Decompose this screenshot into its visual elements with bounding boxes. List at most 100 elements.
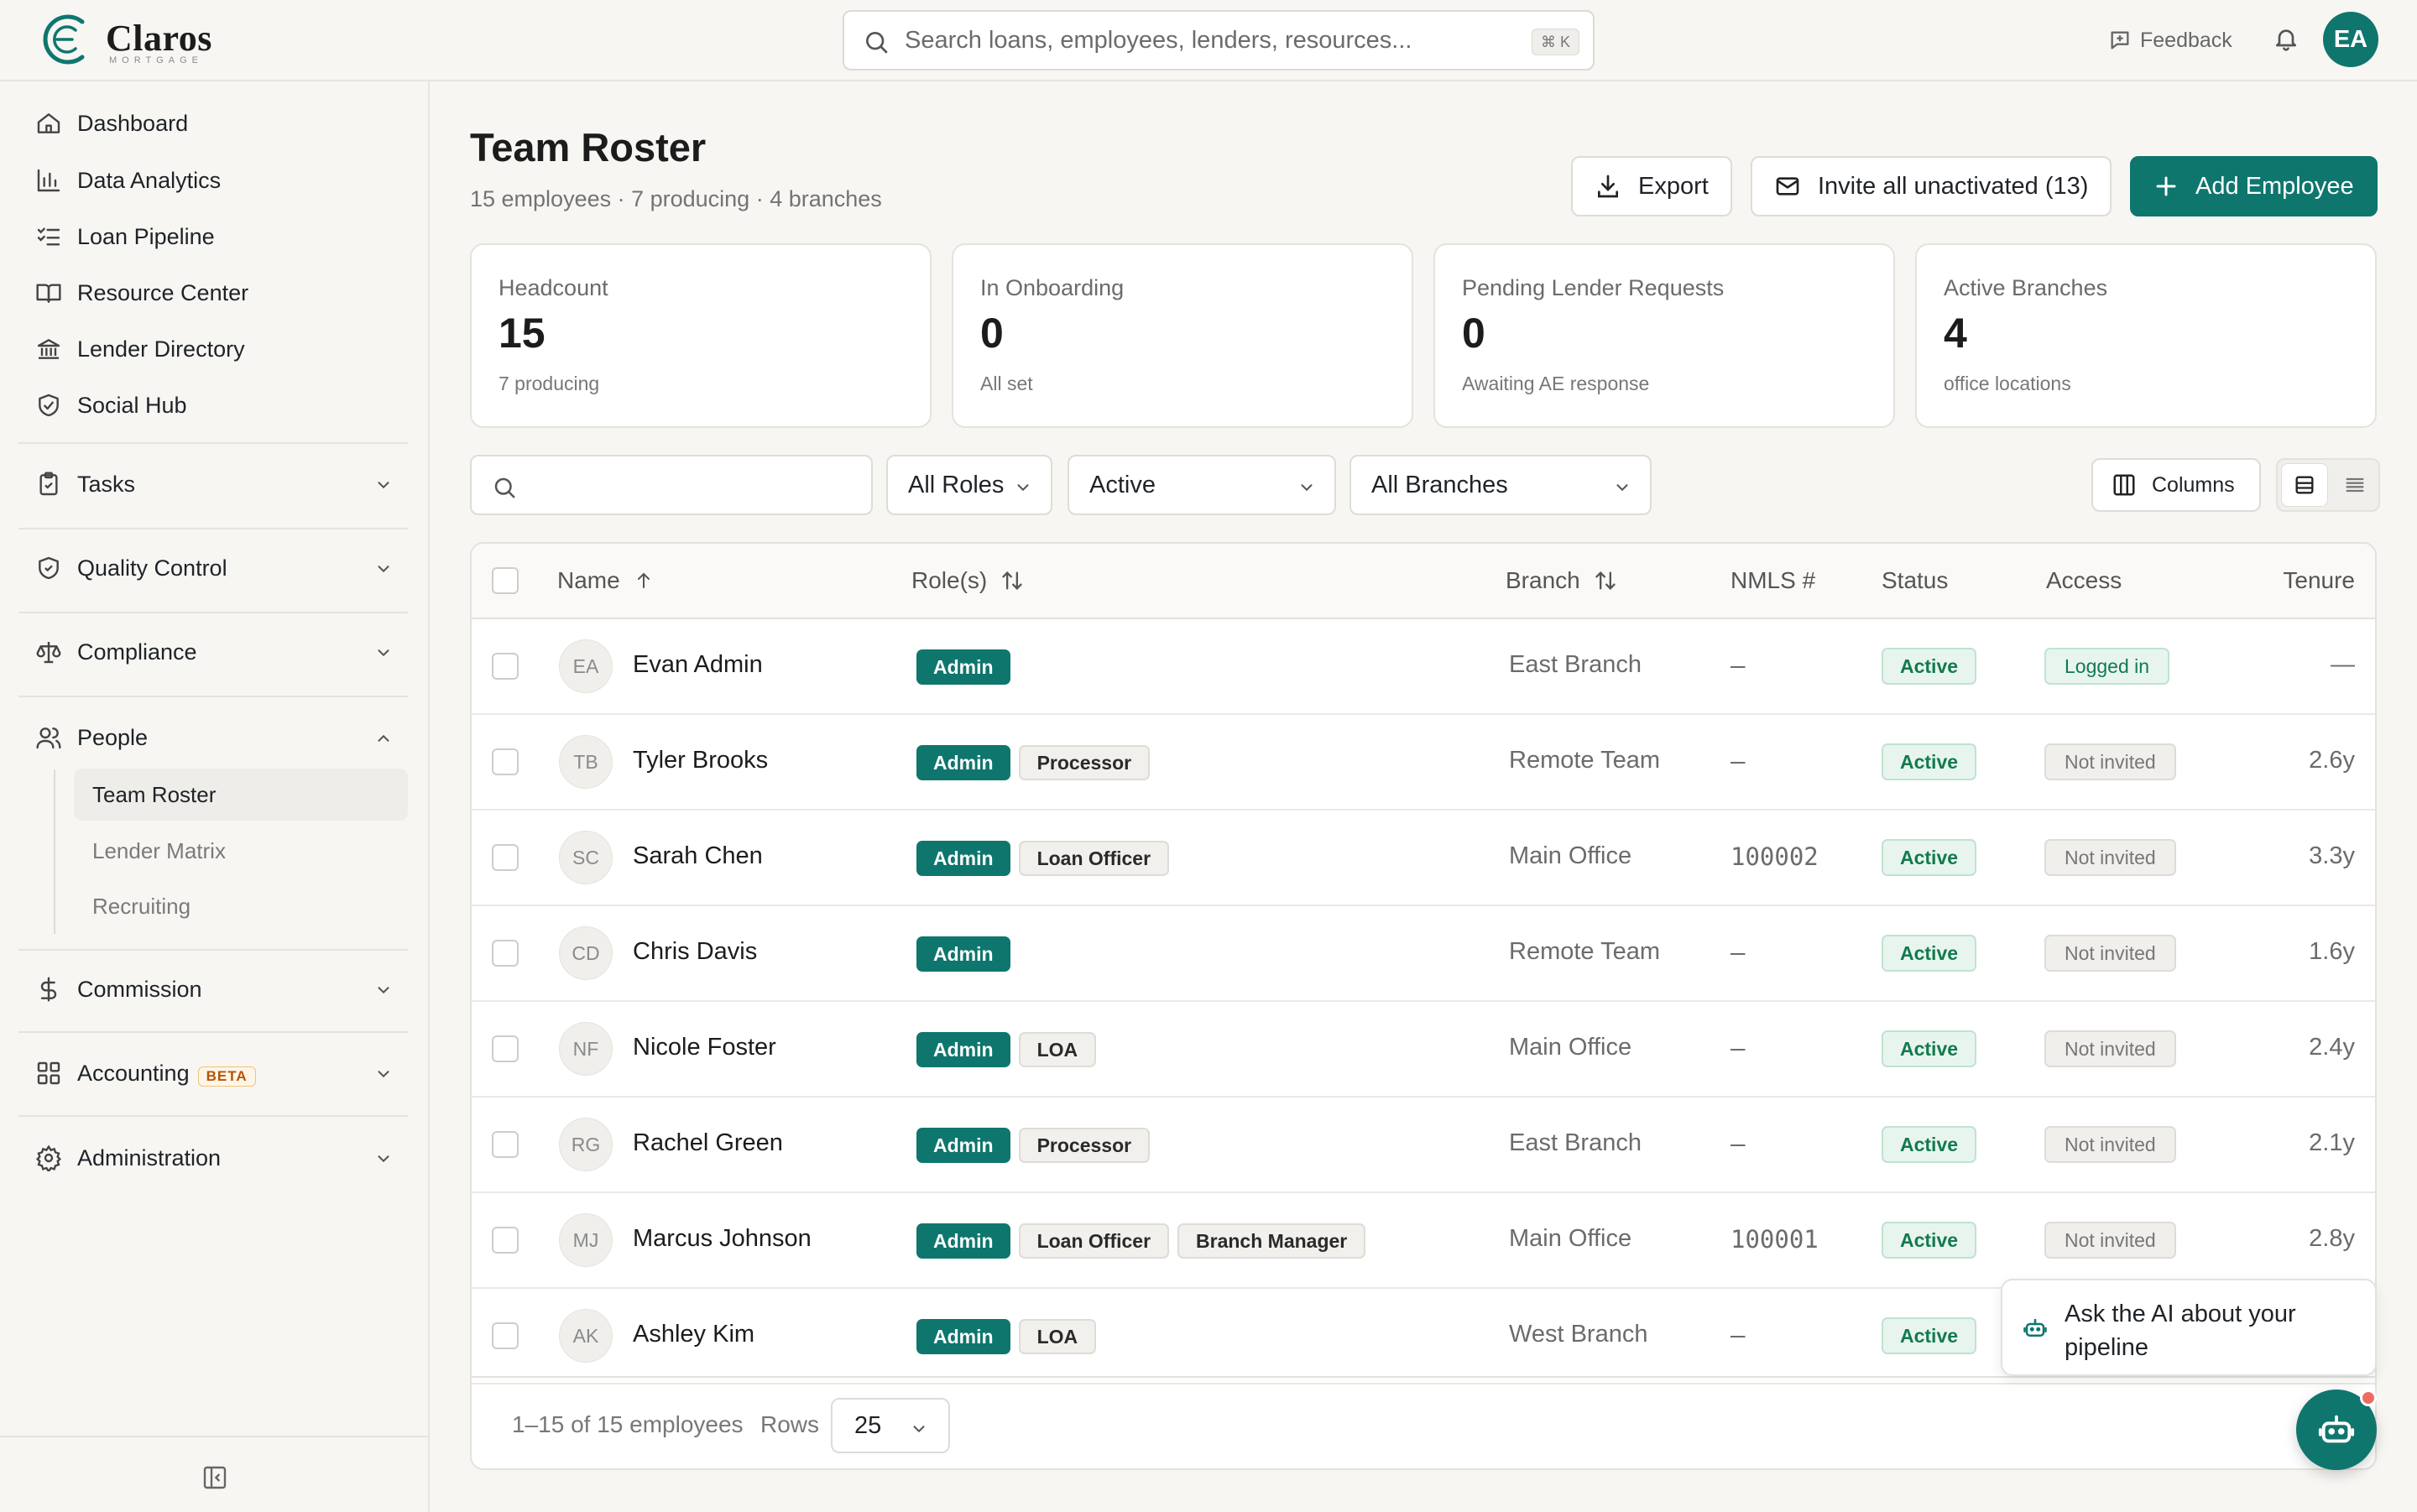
notifications-bell-icon[interactable] xyxy=(2273,23,2300,54)
search-input[interactable] xyxy=(905,23,1509,57)
table-row[interactable]: CD Chris Davis Admin Remote Team – Active Not … xyxy=(472,906,2375,1002)
access-badge: Not invited xyxy=(2044,935,2176,972)
employee-nmls: 100002 xyxy=(1731,842,1819,871)
sidebar-item-dashboard[interactable]: Dashboard xyxy=(18,100,411,147)
sidebar-group-label: Quality Control xyxy=(77,555,227,581)
table-row[interactable]: SC Sarah Chen Admin Loan Officer Main Office… xyxy=(472,811,2375,906)
table-row[interactable]: MJ Marcus Johnson Admin Loan Officer Branch … xyxy=(472,1193,2375,1289)
table-row[interactable]: NF Nicole Foster Admin LOA Main Office – Activ… xyxy=(472,1002,2375,1098)
row-checkbox[interactable] xyxy=(492,1227,519,1254)
role-chip: Processor xyxy=(1018,1128,1151,1163)
employee-name[interactable]: Evan Admin xyxy=(633,651,763,679)
notification-dot xyxy=(2360,1389,2377,1406)
brand-subtitle: MORTGAGE xyxy=(109,55,203,65)
list-check-icon xyxy=(37,227,60,246)
global-search[interactable]: ⌘ K xyxy=(843,10,1595,70)
sidebar-group-label: Tasks xyxy=(77,471,136,497)
role-chip: Loan Officer xyxy=(1018,1223,1170,1259)
table-row[interactable]: TB Tyler Brooks Admin Processor Remote Team –… xyxy=(472,715,2375,811)
sidebar-divider xyxy=(18,442,408,444)
columns-button[interactable]: Columns xyxy=(2091,458,2261,512)
row-checkbox[interactable] xyxy=(492,1131,519,1158)
compact-view-button[interactable] xyxy=(2333,463,2377,507)
sidebar-group-compliance[interactable]: Compliance xyxy=(18,628,411,675)
sidebar-item-resource-center[interactable]: Resource Center xyxy=(18,269,411,316)
employee-branch: East Branch xyxy=(1509,651,1642,678)
dollar-icon xyxy=(40,977,57,1002)
sidebar-item-social-hub[interactable]: Social Hub xyxy=(18,382,411,429)
export-button[interactable]: Export xyxy=(1571,156,1732,216)
search-icon xyxy=(492,475,517,500)
add-employee-button[interactable]: Add Employee xyxy=(2130,156,2378,216)
employee-name[interactable]: Tyler Brooks xyxy=(633,747,768,774)
select-all-checkbox[interactable] xyxy=(492,567,519,594)
employee-name[interactable]: Rachel Green xyxy=(633,1129,783,1157)
sidebar-group-label: People xyxy=(77,724,149,750)
status-badge: Active xyxy=(1882,1030,1977,1067)
feedback-label: Feedback xyxy=(2140,28,2232,52)
employee-name[interactable]: Sarah Chen xyxy=(633,842,763,870)
sidebar-subitem-lender-matrix[interactable]: Lender Matrix xyxy=(74,825,408,877)
employee-name[interactable]: Marcus Johnson xyxy=(633,1225,812,1253)
users-icon xyxy=(36,727,61,749)
row-checkbox[interactable] xyxy=(492,653,519,680)
sidebar-item-label: Resource Center xyxy=(77,279,249,305)
row-checkbox[interactable] xyxy=(492,1322,519,1349)
sidebar-item-data-analytics[interactable]: Data Analytics xyxy=(18,157,411,204)
sidebar-subitem-team-roster[interactable]: Team Roster xyxy=(74,769,408,821)
branches-filter-value: All Branches xyxy=(1371,471,1508,498)
row-checkbox[interactable] xyxy=(492,748,519,775)
row-checkbox[interactable] xyxy=(492,1035,519,1062)
column-header-branch[interactable]: Branch xyxy=(1506,567,1617,594)
role-chips: Admin Processor xyxy=(916,745,1151,780)
employee-name[interactable]: Chris Davis xyxy=(633,938,757,966)
search-icon xyxy=(863,29,890,55)
sidebar-group-commission[interactable]: Commission xyxy=(18,966,411,1013)
stat-card-headcount: Headcount 15 7 producing xyxy=(470,243,932,428)
collapse-sidebar-icon[interactable] xyxy=(201,1464,228,1491)
role-chips: Admin LOA xyxy=(916,1032,1097,1067)
status-filter-dropdown[interactable]: Active xyxy=(1068,455,1336,515)
table-row[interactable]: EA Evan Admin Admin East Branch – Active Logge… xyxy=(472,619,2375,715)
user-avatar[interactable]: EA xyxy=(2323,12,2378,67)
roster-search-input[interactable] xyxy=(470,455,873,515)
comfortable-view-button[interactable] xyxy=(2281,463,2328,507)
stat-hint: Awaiting AE response xyxy=(1462,373,1650,394)
mail-send-icon xyxy=(1776,177,1799,196)
status-badge: Active xyxy=(1882,935,1977,972)
column-header-access: Access xyxy=(2046,567,2122,594)
roles-filter-dropdown[interactable]: All Roles xyxy=(886,455,1052,515)
rows-per-page-dropdown[interactable]: 25 xyxy=(831,1398,950,1453)
employee-tenure: — xyxy=(2331,651,2355,678)
brand-logo[interactable]: Claros MORTGAGE xyxy=(39,12,240,67)
row-checkbox[interactable] xyxy=(492,940,519,967)
table-row[interactable]: RG Rachel Green Admin Processor East Branch –… xyxy=(472,1098,2375,1193)
sidebar-group-tasks[interactable]: Tasks xyxy=(18,461,411,508)
employee-branch: Main Office xyxy=(1509,1034,1632,1061)
chevron-down-icon xyxy=(913,1426,925,1433)
role-chip: Branch Manager xyxy=(1177,1223,1366,1259)
row-checkbox[interactable] xyxy=(492,844,519,871)
ai-assistant-tooltip[interactable]: Ask the AI about your pipeline xyxy=(2001,1279,2377,1376)
sidebar-group-quality-control[interactable]: Quality Control xyxy=(18,545,411,592)
sidebar-item-loan-pipeline[interactable]: Loan Pipeline xyxy=(18,213,411,260)
column-header-name[interactable]: Name xyxy=(557,567,654,594)
sidebar-item-lender-directory[interactable]: Lender Directory xyxy=(18,326,411,373)
sidebar-group-accounting[interactable]: Accounting BETA xyxy=(18,1050,411,1097)
sidebar-group-people[interactable]: People xyxy=(18,714,411,761)
status-badge: Active xyxy=(1882,1126,1977,1163)
sidebar-group-administration[interactable]: Administration xyxy=(18,1134,411,1181)
branches-filter-dropdown[interactable]: All Branches xyxy=(1349,455,1652,515)
column-header-roles[interactable]: Role(s) xyxy=(911,567,1024,594)
access-badge: Not invited xyxy=(2044,839,2176,876)
sidebar-subitem-recruiting[interactable]: Recruiting xyxy=(74,880,408,932)
stat-label: Headcount xyxy=(499,275,608,300)
sidebar-divider xyxy=(18,1031,408,1033)
employee-name[interactable]: Nicole Foster xyxy=(633,1034,776,1061)
employee-avatar: MJ xyxy=(559,1213,613,1267)
feedback-button[interactable]: Feedback xyxy=(2108,23,2232,57)
invite-unactivated-button[interactable]: Invite all unactivated (13) xyxy=(1751,156,2112,216)
employee-name[interactable]: Ashley Kim xyxy=(633,1321,754,1348)
sidebar-group-label: Compliance xyxy=(77,639,197,665)
employee-tenure: 3.3y xyxy=(2309,842,2355,869)
